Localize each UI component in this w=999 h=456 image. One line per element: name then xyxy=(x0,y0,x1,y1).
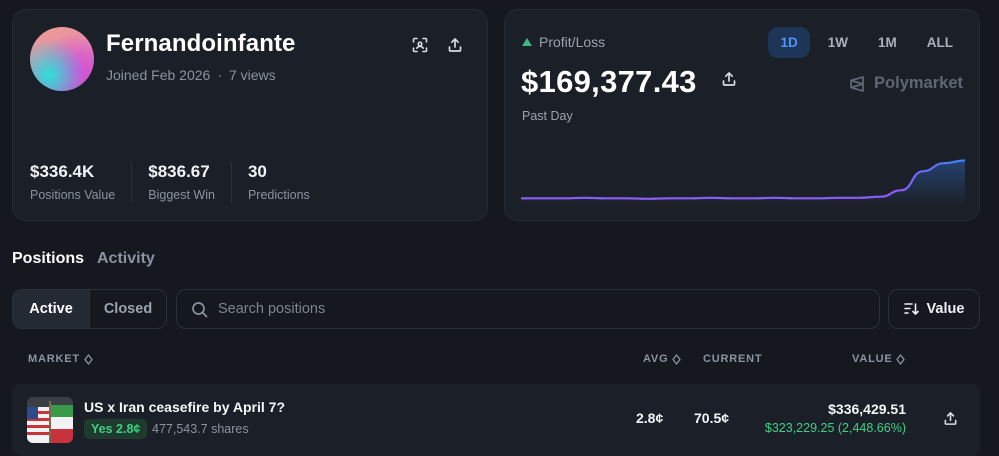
share-count: 477,543.7 shares xyxy=(152,422,249,436)
status-segmented-control: Active Closed xyxy=(12,289,167,329)
header-value[interactable]: VALUE xyxy=(852,353,906,365)
sort-label: Value xyxy=(926,301,965,317)
share-icon[interactable] xyxy=(442,32,468,58)
pnl-value: $169,377.43 xyxy=(521,64,697,99)
tab-activity[interactable]: Activity xyxy=(97,250,155,268)
username: Fernandoinfante xyxy=(106,30,296,57)
sort-diamond-icon xyxy=(84,353,93,365)
stat-value: 30 xyxy=(247,162,267,181)
position-value: $336,429.51 xyxy=(828,401,906,417)
triangle-up-icon xyxy=(522,38,532,46)
pnl-label-text: Profit/Loss xyxy=(539,34,606,50)
pnl-period: Past Day xyxy=(522,109,573,123)
search-box xyxy=(176,289,880,329)
filter-active-button[interactable]: Active xyxy=(13,290,90,328)
avg-price: 2.8¢ xyxy=(636,410,664,426)
table-row[interactable]: US x Iran ceasefire by April 7? Yes 2.8¢… xyxy=(12,384,980,456)
header-current-label: CURRENT xyxy=(703,353,763,365)
joined-date: Joined Feb 2026 xyxy=(106,67,211,83)
current-price: 70.5¢ xyxy=(694,410,730,426)
profile-meta: Joined Feb 2026 · 7 views xyxy=(106,67,276,83)
row-share-icon[interactable] xyxy=(943,411,958,431)
header-current: CURRENT xyxy=(703,353,762,365)
stat-label: Predictions xyxy=(247,188,310,202)
range-tab-all[interactable]: ALL xyxy=(915,27,965,58)
sort-icon xyxy=(903,303,919,315)
stat-predictions: 30 Predictions xyxy=(248,162,326,202)
header-avg-label: AVG xyxy=(643,353,669,365)
search-input[interactable] xyxy=(218,301,818,317)
sort-button[interactable]: Value xyxy=(888,289,980,329)
range-tab-1m[interactable]: 1M xyxy=(866,27,909,58)
tab-positions[interactable]: Positions xyxy=(12,250,84,268)
stat-value: $336.4K xyxy=(30,162,95,181)
market-thumbnail xyxy=(27,397,73,443)
view-count: 7 views xyxy=(228,67,276,83)
stat-value: $836.67 xyxy=(148,162,210,181)
stat-label: Positions Value xyxy=(30,188,116,202)
range-tabs: 1D 1W 1M ALL xyxy=(768,27,965,58)
pnl-label: Profit/Loss xyxy=(522,34,605,50)
stat-label: Biggest Win xyxy=(148,188,215,202)
brand-name: Polymarket xyxy=(874,74,963,92)
header-avg[interactable]: AVG xyxy=(643,353,682,365)
stat-biggest-win: $836.67 Biggest Win xyxy=(148,162,232,202)
polymarket-logo: Polymarket xyxy=(848,74,963,93)
header-market-label: MARKET xyxy=(28,353,80,365)
profile-stats: $336.4K Positions Value $836.67 Biggest … xyxy=(30,162,342,202)
sort-diamond-icon xyxy=(896,353,906,365)
outcome-badge: Yes 2.8¢ xyxy=(84,419,148,439)
profile-card: Fernandoinfante Joined Feb 2026 · 7 views … xyxy=(12,9,488,221)
search-icon xyxy=(192,301,208,317)
header-value-label: VALUE xyxy=(852,353,893,365)
filter-closed-button[interactable]: Closed xyxy=(90,290,166,328)
position-pnl: $323,229.25 (2,448.66%) xyxy=(764,421,906,435)
pnl-share-icon[interactable] xyxy=(721,71,737,92)
sort-diamond-icon xyxy=(672,353,682,365)
stat-positions-value: $336.4K Positions Value xyxy=(30,162,133,202)
market-title[interactable]: US x Iran ceasefire by April 7? xyxy=(84,399,285,415)
range-tab-1w[interactable]: 1W xyxy=(816,27,860,58)
separator-dot: · xyxy=(217,67,222,83)
range-tab-1d[interactable]: 1D xyxy=(768,27,810,58)
header-market[interactable]: MARKET xyxy=(28,353,93,365)
avatar xyxy=(30,27,94,91)
polymarket-icon xyxy=(850,75,864,92)
pnl-card: Profit/Loss 1D 1W 1M ALL $169,377.43 Pol… xyxy=(504,9,980,221)
pnl-chart xyxy=(521,159,965,205)
scan-qr-icon[interactable] xyxy=(407,32,433,58)
